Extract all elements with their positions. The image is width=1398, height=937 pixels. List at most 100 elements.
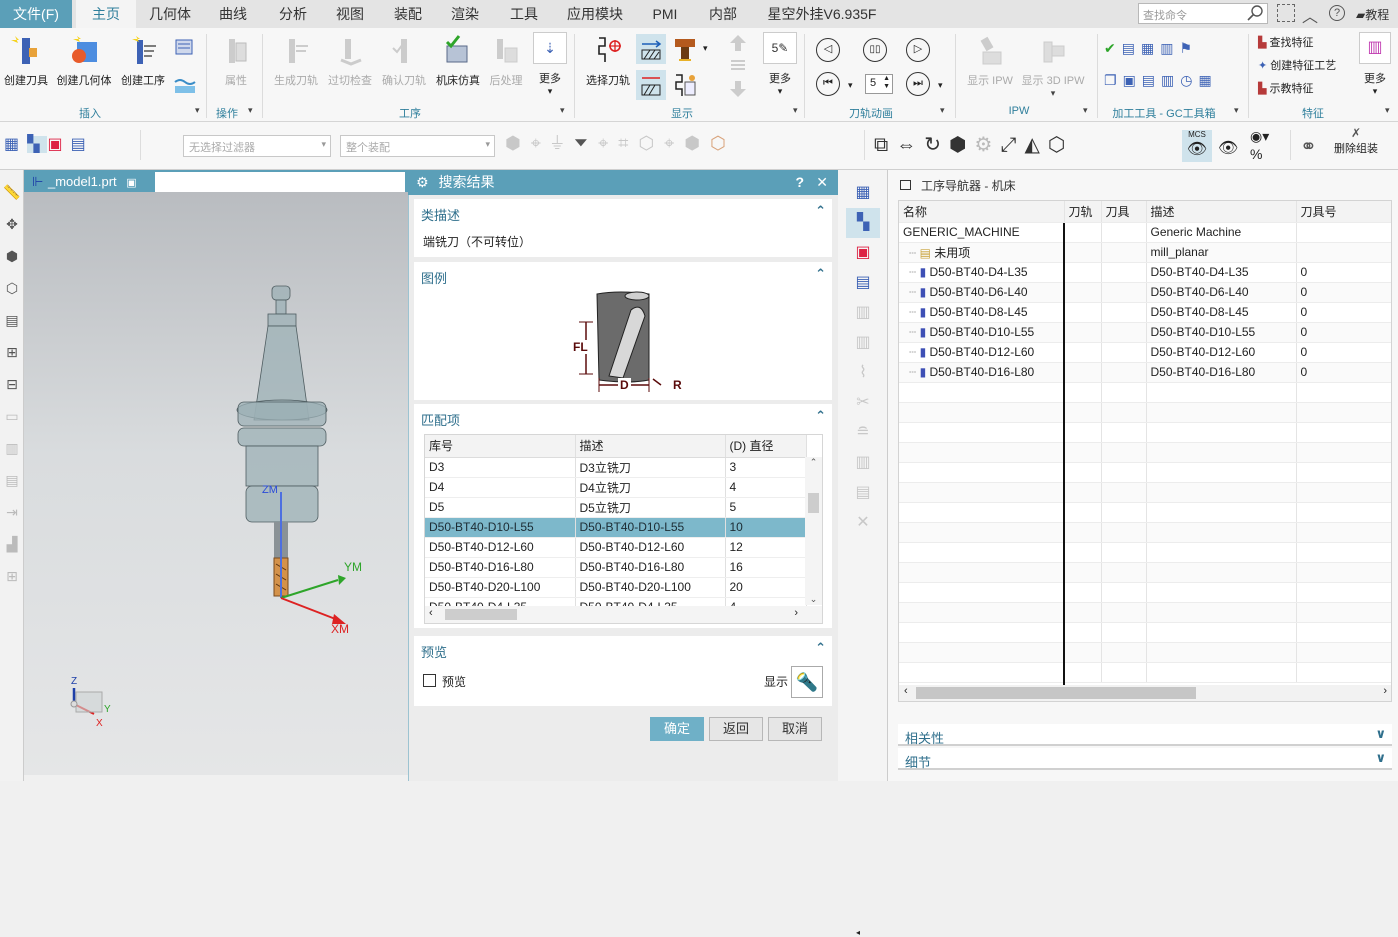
- machine-view-icon[interactable]: ▚: [846, 208, 880, 238]
- stepper-arrows-icon[interactable]: ▲ ▼: [883, 75, 890, 91]
- generate-toolpath-button[interactable]: 生成刀轨: [270, 34, 322, 88]
- fullscreen-icon[interactable]: [1277, 4, 1295, 22]
- navigator-horizontal-scrollbar[interactable]: ‹ ›: [899, 685, 1391, 701]
- tab-internal[interactable]: 内部: [700, 0, 746, 28]
- display-tool-button[interactable]: 🔦: [791, 666, 823, 698]
- assembly-scope-select[interactable]: 整个装配 ▾: [340, 135, 495, 157]
- move-icon[interactable]: ✥: [0, 208, 24, 240]
- feature-group-expand-icon[interactable]: ▾: [1385, 105, 1390, 116]
- animation-speed-stepper[interactable]: 5 ▲ ▼: [865, 74, 893, 94]
- pattern-icon[interactable]: ⬡: [0, 272, 24, 304]
- column-header-tool[interactable]: 刀具: [1101, 201, 1147, 223]
- cancel-button[interactable]: 取消: [768, 717, 822, 741]
- details-panel[interactable]: 细节 ∨: [898, 748, 1392, 770]
- tab-pmi[interactable]: PMI: [640, 0, 690, 28]
- search-icon[interactable]: [1246, 4, 1264, 22]
- curve-snap-icon[interactable]: ⌗: [618, 133, 638, 153]
- display-more-button[interactable]: 5✎ 更多 ▾: [760, 32, 800, 97]
- column-header-library-id[interactable]: 库号: [425, 435, 576, 458]
- animation-group-expand-icon[interactable]: ▾: [940, 105, 945, 116]
- scroll-down-icon[interactable]: ⌄: [805, 594, 822, 605]
- feature-more-button[interactable]: ▥ 更多 ▾: [1356, 32, 1394, 97]
- gray-op-icon-1[interactable]: ▥: [846, 298, 880, 328]
- gray-op-icon-7[interactable]: ▤: [846, 478, 880, 508]
- geometry-view-icon[interactable]: ▣: [47, 136, 70, 153]
- create-operation-button[interactable]: 创建工序: [118, 34, 168, 88]
- navigator-row[interactable]: ┄ ▤ 未用项 mill_planar: [899, 242, 1391, 263]
- tool-list-gray-icon[interactable]: ▥: [0, 432, 24, 464]
- selection-filter-select[interactable]: 无选择过滤器 ▾: [183, 135, 331, 157]
- tab-curve[interactable]: 曲线: [205, 0, 261, 28]
- link-snap-icon[interactable]: ⌖: [531, 133, 551, 153]
- scroll-right-icon[interactable]: ›: [794, 607, 798, 619]
- tab-render[interactable]: 渲染: [437, 0, 493, 28]
- gray-op-icon-2[interactable]: ▥: [846, 328, 880, 358]
- navigator-row[interactable]: ┄ ▮ D50-BT40-D6-L40 D50-BT40-D6-L40 0: [899, 282, 1391, 303]
- navigator-tool-icons[interactable]: ▦ ▚ ▣ ▤ ▥ ▥ ⌇ ✂ ≘ ▥ ▤ ✕: [846, 178, 880, 538]
- show-mcs-toggle[interactable]: MCS 👁: [1182, 130, 1212, 162]
- view-tools[interactable]: ⧉⇔↻⬢⚙⤢◭⬡: [874, 132, 1073, 157]
- insert-group-expand-icon[interactable]: ▾: [195, 105, 200, 116]
- column-header-diameter[interactable]: (D) 直径: [725, 435, 807, 458]
- tutorial-button[interactable]: ▰教程: [1356, 6, 1389, 23]
- postprocess-button[interactable]: 后处理: [484, 34, 528, 88]
- play-backward-button[interactable]: ◁: [816, 38, 840, 62]
- method-view-icon[interactable]: ▤: [846, 268, 880, 298]
- render-style-icon[interactable]: ◭: [1024, 134, 1047, 156]
- gray-op-icon-4[interactable]: ✂: [846, 388, 880, 418]
- procedure-more-button[interactable]: ⇣ 更多 ▾: [530, 32, 570, 97]
- help-icon[interactable]: ?: [1329, 5, 1345, 21]
- horizontal-scrollbar[interactable]: ‹ ›: [425, 606, 822, 623]
- column-header-description[interactable]: 描述: [575, 435, 726, 458]
- text-icon[interactable]: ▭: [0, 400, 24, 432]
- zoom-window-icon[interactable]: ⧉: [874, 134, 896, 156]
- cube-settings-icon[interactable]: ⚙: [975, 134, 1001, 156]
- back-button[interactable]: 返回: [709, 717, 763, 741]
- cube-point-icon[interactable]: ⬡: [638, 133, 664, 153]
- tool-display-icon[interactable]: [672, 36, 698, 62]
- operation-group-expand-icon[interactable]: ▾: [248, 105, 253, 116]
- scroll-left-icon[interactable]: ‹: [904, 685, 908, 697]
- face-point-icon[interactable]: ⌖: [664, 133, 684, 153]
- collapse-caret-icon[interactable]: ⌃: [815, 408, 826, 424]
- scrollbar-thumb[interactable]: [916, 687, 1196, 699]
- arrow-gray-icon[interactable]: ⇥: [0, 496, 24, 528]
- match-row[interactable]: D50-BT40-D20-L100 D50-BT40-D20-L100 20: [425, 577, 807, 598]
- tab-analysis[interactable]: 分析: [265, 0, 321, 28]
- display-group-expand-icon[interactable]: ▾: [793, 105, 798, 116]
- pause-button[interactable]: ▯▯: [863, 38, 887, 62]
- collapse-strip-icon[interactable]: ◂: [856, 928, 860, 937]
- layer-color-icon[interactable]: ▤: [0, 304, 24, 336]
- step-back-dropdown-icon[interactable]: ▾: [848, 80, 853, 91]
- wire-cube-icon[interactable]: ⬡: [710, 133, 736, 153]
- filter-reset-icon[interactable]: ⏚: [551, 133, 574, 153]
- properties-button[interactable]: 属性: [214, 34, 258, 88]
- shaded-cube-icon[interactable]: ⬢: [949, 134, 974, 156]
- show-3d-ipw-button[interactable]: 显示 3D IPW ▾: [1018, 34, 1088, 99]
- program-view-icon[interactable]: ▦: [846, 178, 880, 208]
- ipw-group-expand-icon[interactable]: ▾: [1083, 105, 1088, 116]
- file-menu[interactable]: 文件(F): [0, 0, 72, 28]
- ruler-icon[interactable]: 📏: [0, 176, 24, 208]
- graphics-viewport[interactable]: ZM YM XM Z Y X: [24, 192, 408, 775]
- pan-icon[interactable]: ⇔: [896, 134, 924, 156]
- fit-icon[interactable]: ⤢: [1000, 134, 1024, 156]
- operation-gray-icon[interactable]: ▤: [0, 464, 24, 496]
- tab-application[interactable]: 应用模块: [560, 0, 630, 28]
- match-row[interactable]: D50-BT40-D10-L55 D50-BT40-D10-L55 10: [425, 517, 807, 538]
- navigator-row[interactable]: GENERIC_MACHINE Generic Machine: [899, 222, 1391, 243]
- match-row[interactable]: D3 D3立铣刀 3: [425, 457, 807, 478]
- point-snap-icon[interactable]: ⌖: [598, 133, 618, 153]
- tree-expand-icon[interactable]: ⊞: [0, 336, 24, 368]
- tab-view[interactable]: 视图: [322, 0, 378, 28]
- column-resize-line[interactable]: [1063, 223, 1065, 699]
- tree-collapse-icon[interactable]: ⊟: [0, 368, 24, 400]
- solid-cube-icon[interactable]: ⬢: [684, 133, 710, 153]
- machine-tool-view-icon[interactable]: ▚: [27, 136, 48, 153]
- navigator-row[interactable]: ┄ ▮ D50-BT40-D8-L45 D50-BT40-D8-L45 0: [899, 302, 1391, 323]
- tab-tools[interactable]: 工具: [496, 0, 552, 28]
- rotate-icon[interactable]: ↻: [924, 134, 949, 156]
- create-feature-process-button[interactable]: ✦ 创建特征工艺: [1258, 57, 1336, 73]
- match-row[interactable]: D50-BT40-D12-L60 D50-BT40-D12-L60 12: [425, 537, 807, 558]
- gc-tools-row1[interactable]: ✔▤▦▥⚑: [1104, 40, 1224, 60]
